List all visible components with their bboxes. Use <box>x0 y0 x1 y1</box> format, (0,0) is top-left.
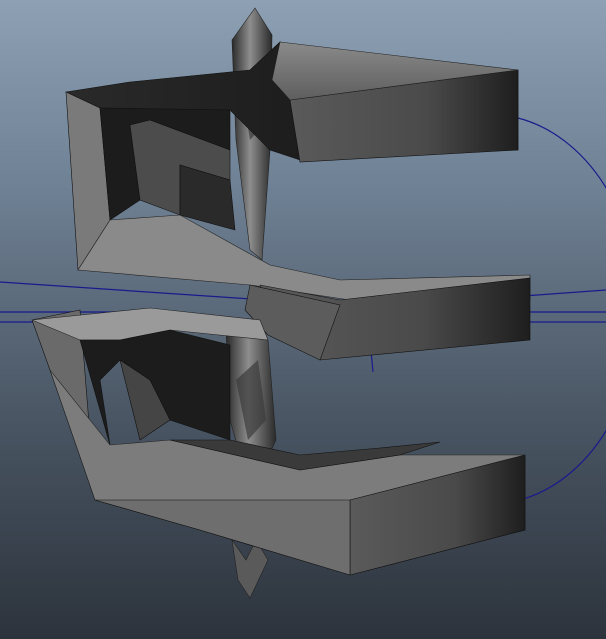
spiral-arm-lower[interactable] <box>31 307 526 576</box>
3d-viewport[interactable] <box>0 0 606 639</box>
manipulator-ring <box>517 117 606 501</box>
viewport-scene[interactable] <box>0 0 606 639</box>
spiral-arm-upper[interactable] <box>64 41 531 301</box>
